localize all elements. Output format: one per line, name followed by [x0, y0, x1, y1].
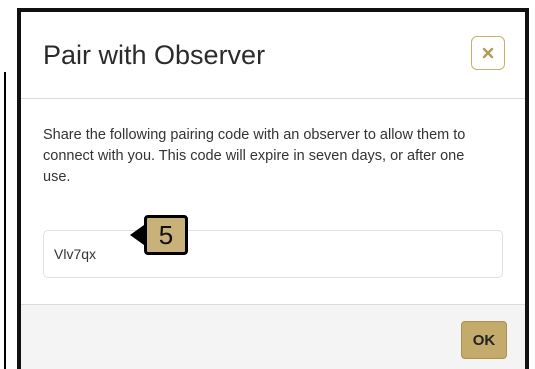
- page: Pair with Observer Share the following p…: [0, 0, 535, 369]
- step-callout: 5: [130, 215, 188, 257]
- ok-button[interactable]: OK: [461, 321, 507, 359]
- pairing-description: Share the following pairing code with an…: [43, 127, 466, 185]
- dialog-title: Pair with Observer: [43, 40, 266, 70]
- pairing-code-field[interactable]: [43, 230, 503, 278]
- dialog-body: Share the following pairing code with an…: [21, 99, 525, 304]
- background-edge: [4, 72, 6, 369]
- callout-arrow-icon: [130, 225, 144, 245]
- step-number-badge: 5: [144, 215, 188, 255]
- pair-with-observer-dialog: Pair with Observer Share the following p…: [17, 8, 529, 369]
- dialog-footer: OK: [21, 304, 525, 369]
- dialog-header: Pair with Observer: [21, 12, 525, 99]
- close-button[interactable]: [471, 36, 505, 70]
- close-icon: [482, 47, 494, 59]
